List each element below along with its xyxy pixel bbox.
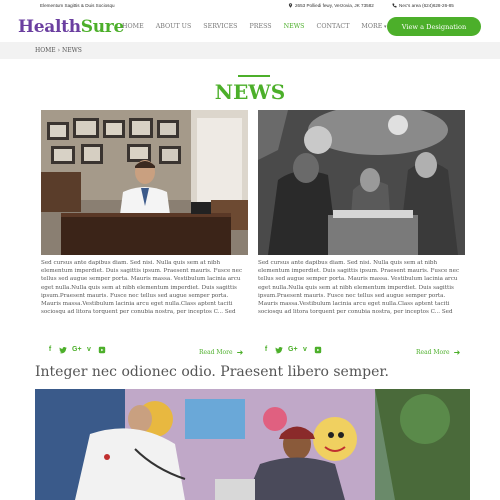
- twitter-icon[interactable]: [59, 346, 67, 354]
- address-text: 2653 Polliedi fewy, Verzovia, JK 73582: [295, 3, 374, 8]
- phone-icon: [392, 3, 397, 8]
- nav-home[interactable]: HOME: [122, 23, 144, 30]
- breadcrumb: HOME › NEWS: [0, 42, 500, 59]
- arrow-right-icon: ➜: [236, 348, 244, 357]
- nav-contact[interactable]: CONTACT: [317, 23, 350, 30]
- site-logo[interactable]: HealthSure: [18, 17, 124, 37]
- location-pin-icon: [288, 3, 293, 8]
- breadcrumb-home[interactable]: HOME: [35, 47, 56, 54]
- share-icons: f G+ v: [262, 346, 327, 354]
- main-nav: HOME ABOUT US SERVICES PRESS NEWS CONTAC…: [122, 23, 398, 30]
- read-more-label: Read More: [199, 349, 233, 356]
- feature-image-doctor-patient[interactable]: [35, 389, 470, 500]
- page-title: NEWS: [214, 80, 286, 104]
- news-image-surgery-room[interactable]: [258, 110, 465, 255]
- nav-more[interactable]: MORE: [361, 23, 386, 30]
- news-excerpt: Sed cursus ante dapibus diam. Sed nisi. …: [258, 260, 460, 316]
- google-plus-icon[interactable]: G+: [288, 346, 298, 354]
- logo-part-health: Health: [18, 17, 81, 37]
- facebook-icon[interactable]: f: [46, 346, 54, 354]
- arrow-right-icon: ➜: [453, 348, 461, 357]
- vimeo-icon[interactable]: v: [85, 346, 93, 354]
- tagline: Elementum Sagittis & Duis Sociosqu: [40, 3, 115, 8]
- news-excerpt: Sed cursus ante dapibus diam. Sed nisi. …: [41, 260, 243, 316]
- phone[interactable]: Nec's area (624)628-26-85: [392, 3, 454, 8]
- breadcrumb-separator: ›: [57, 47, 61, 54]
- read-more-label: Read More: [416, 349, 450, 356]
- nav-services[interactable]: SERVICES: [203, 23, 237, 30]
- twitter-icon[interactable]: [275, 346, 283, 354]
- share-icons: f G+ v: [46, 346, 111, 354]
- facebook-icon[interactable]: f: [262, 346, 270, 354]
- read-more-link[interactable]: Read More ➜: [416, 348, 460, 357]
- feature-headline: Integer nec odionec odio. Praesent liber…: [35, 364, 389, 380]
- nav-news[interactable]: NEWS: [284, 23, 305, 30]
- view-designation-button[interactable]: View a Designation: [387, 17, 481, 36]
- breadcrumb-current: NEWS: [61, 47, 82, 54]
- phone-text: Nec's area (624)628-26-85: [399, 3, 454, 8]
- read-more-link[interactable]: Read More ➜: [199, 348, 243, 357]
- youtube-icon[interactable]: [98, 346, 106, 354]
- nav-press[interactable]: PRESS: [250, 23, 272, 30]
- google-plus-icon[interactable]: G+: [72, 346, 82, 354]
- logo-part-sure: Sure: [80, 17, 125, 37]
- news-image-doctor-office[interactable]: [41, 110, 248, 255]
- top-info-bar: Elementum Sagittis & Duis Sociosqu 2653 …: [0, 0, 500, 12]
- youtube-icon[interactable]: [314, 346, 322, 354]
- nav-about-us[interactable]: ABOUT US: [156, 23, 192, 30]
- title-accent-line: [238, 75, 270, 77]
- vimeo-icon[interactable]: v: [301, 346, 309, 354]
- address: 2653 Polliedi fewy, Verzovia, JK 73582: [288, 3, 374, 8]
